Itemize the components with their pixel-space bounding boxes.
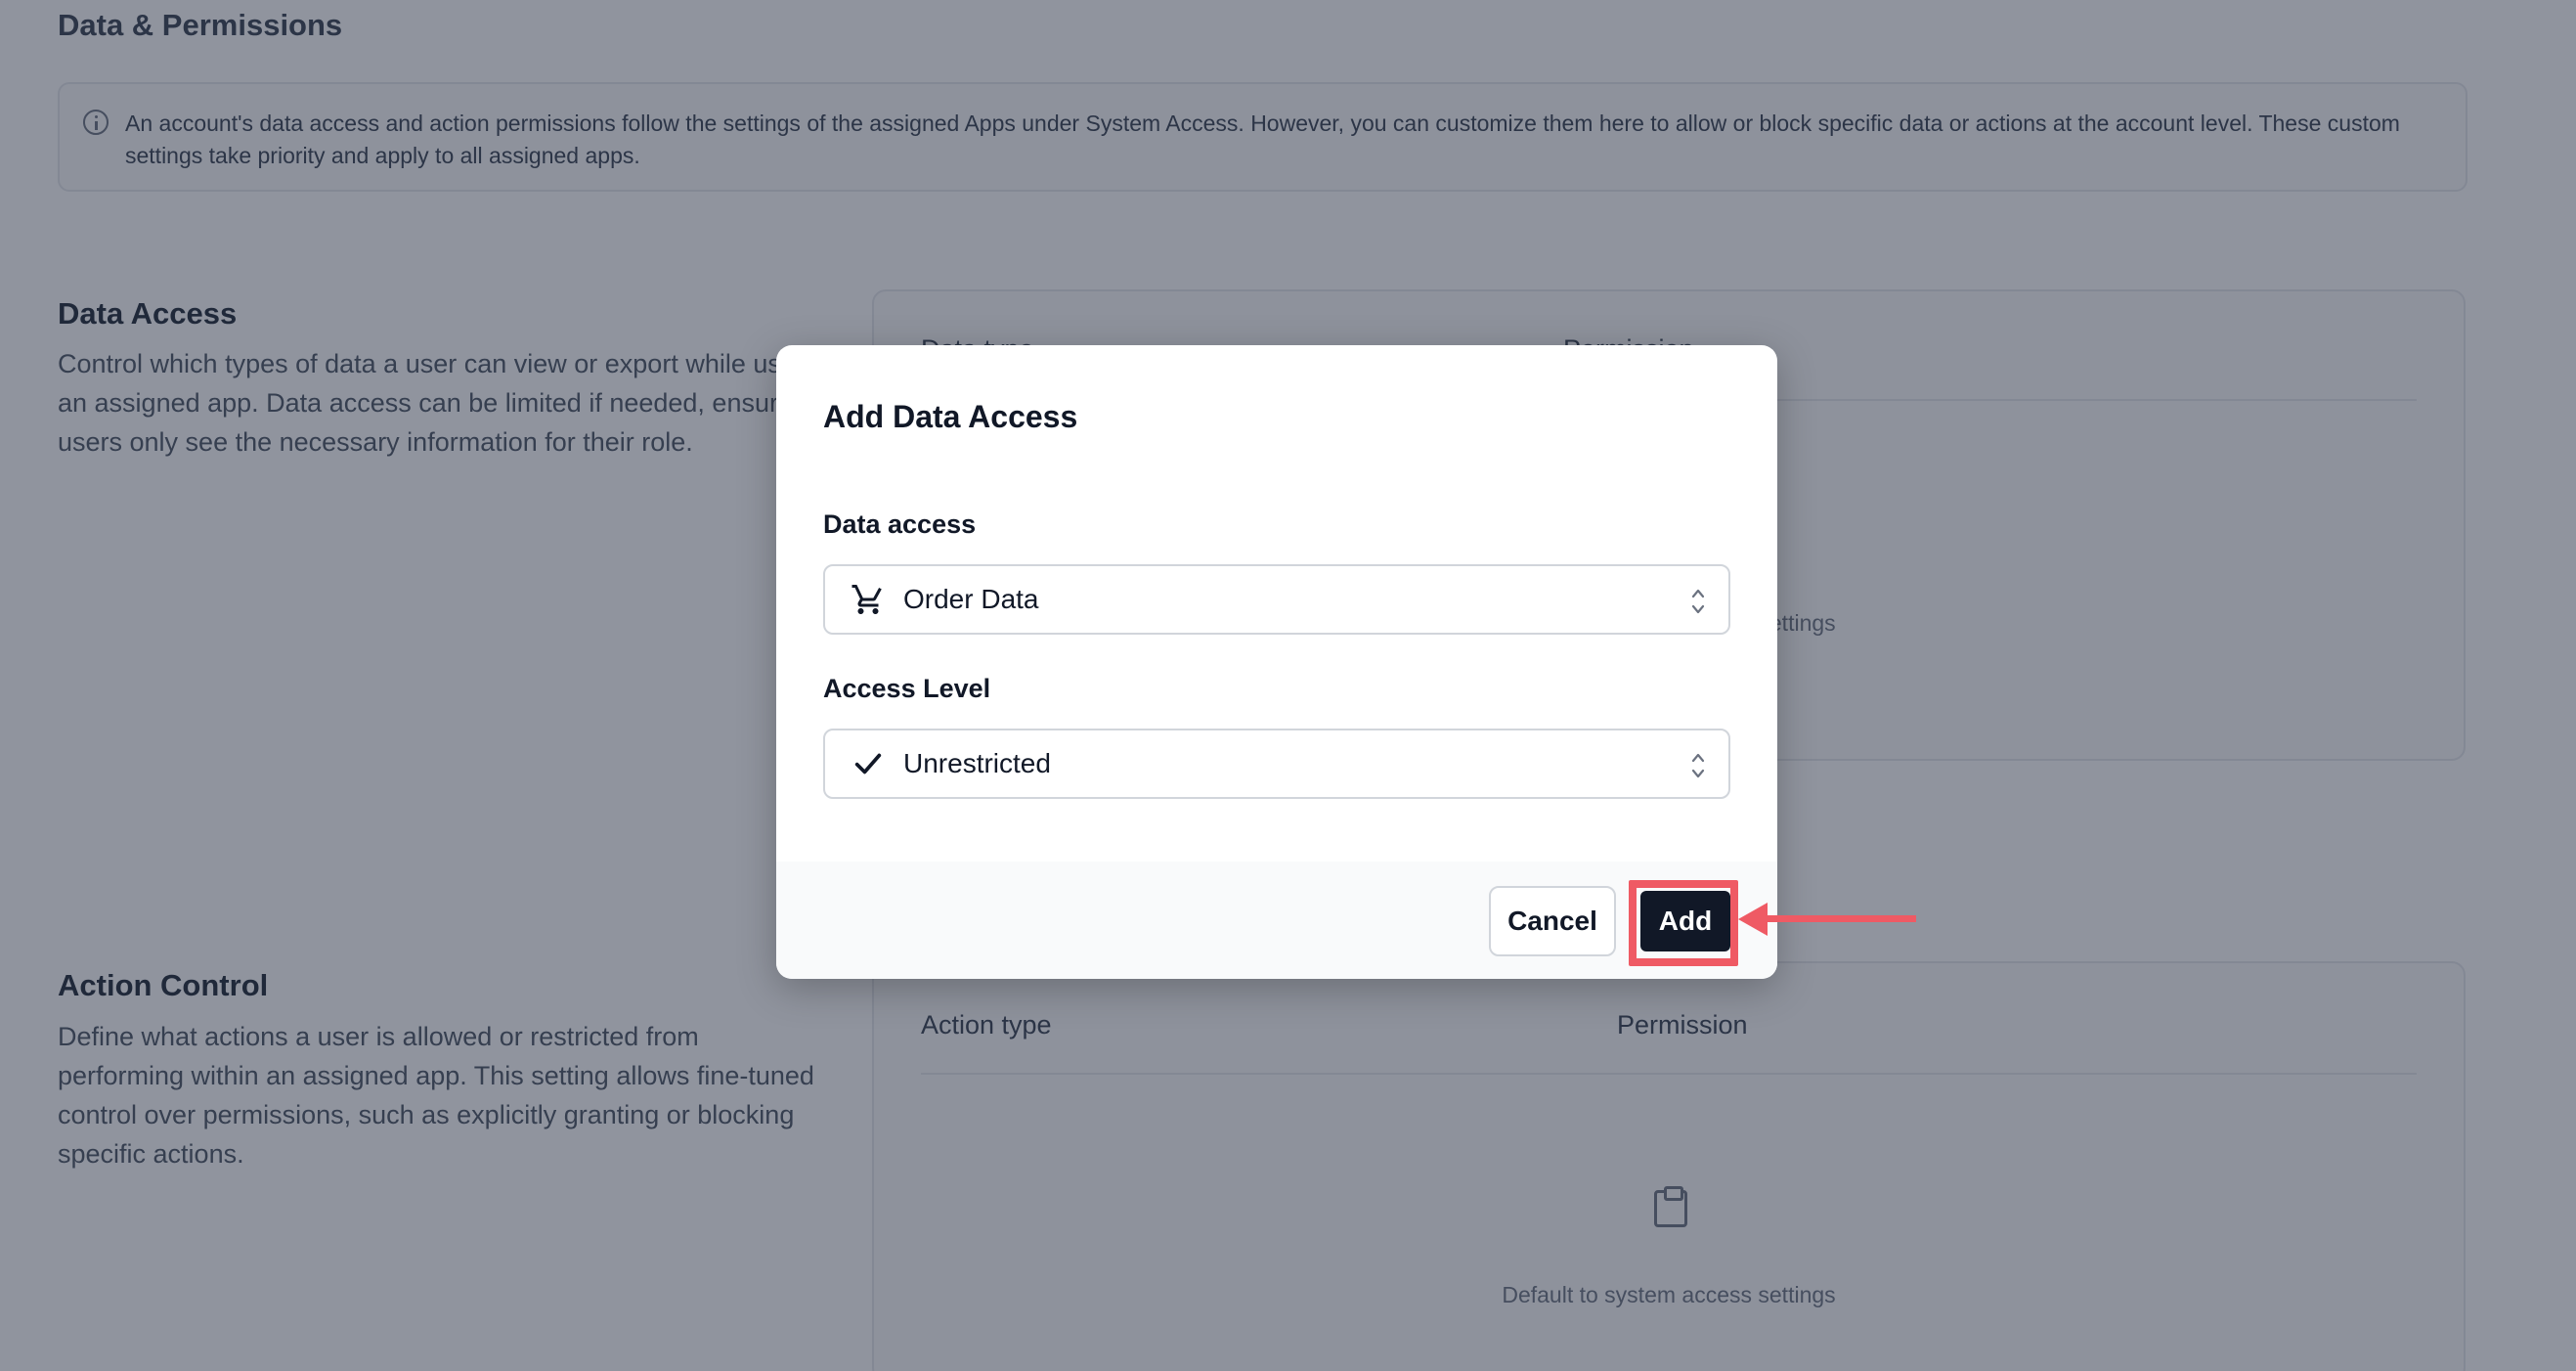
data-access-value: Order Data (903, 584, 1039, 614)
cart-icon (849, 580, 888, 619)
add-button[interactable]: Add (1640, 891, 1730, 951)
data-access-select[interactable]: Order Data (823, 564, 1730, 635)
data-access-label: Data access (823, 509, 977, 539)
pointer-arrow (1762, 915, 1916, 922)
access-level-label: Access Level (823, 674, 991, 703)
chevron-up-down-icon (1691, 753, 1705, 778)
dialog-footer: Cancel Add (776, 862, 1777, 979)
access-level-value: Unrestricted (903, 748, 1051, 778)
dialog-title: Add Data Access (823, 399, 1078, 434)
access-level-select[interactable]: Unrestricted (823, 729, 1730, 799)
add-data-access-dialog: Add Data Access Data access Order Data A… (776, 345, 1777, 979)
chevron-up-down-icon (1691, 589, 1705, 614)
check-icon (849, 744, 888, 783)
cancel-button[interactable]: Cancel (1489, 886, 1616, 956)
